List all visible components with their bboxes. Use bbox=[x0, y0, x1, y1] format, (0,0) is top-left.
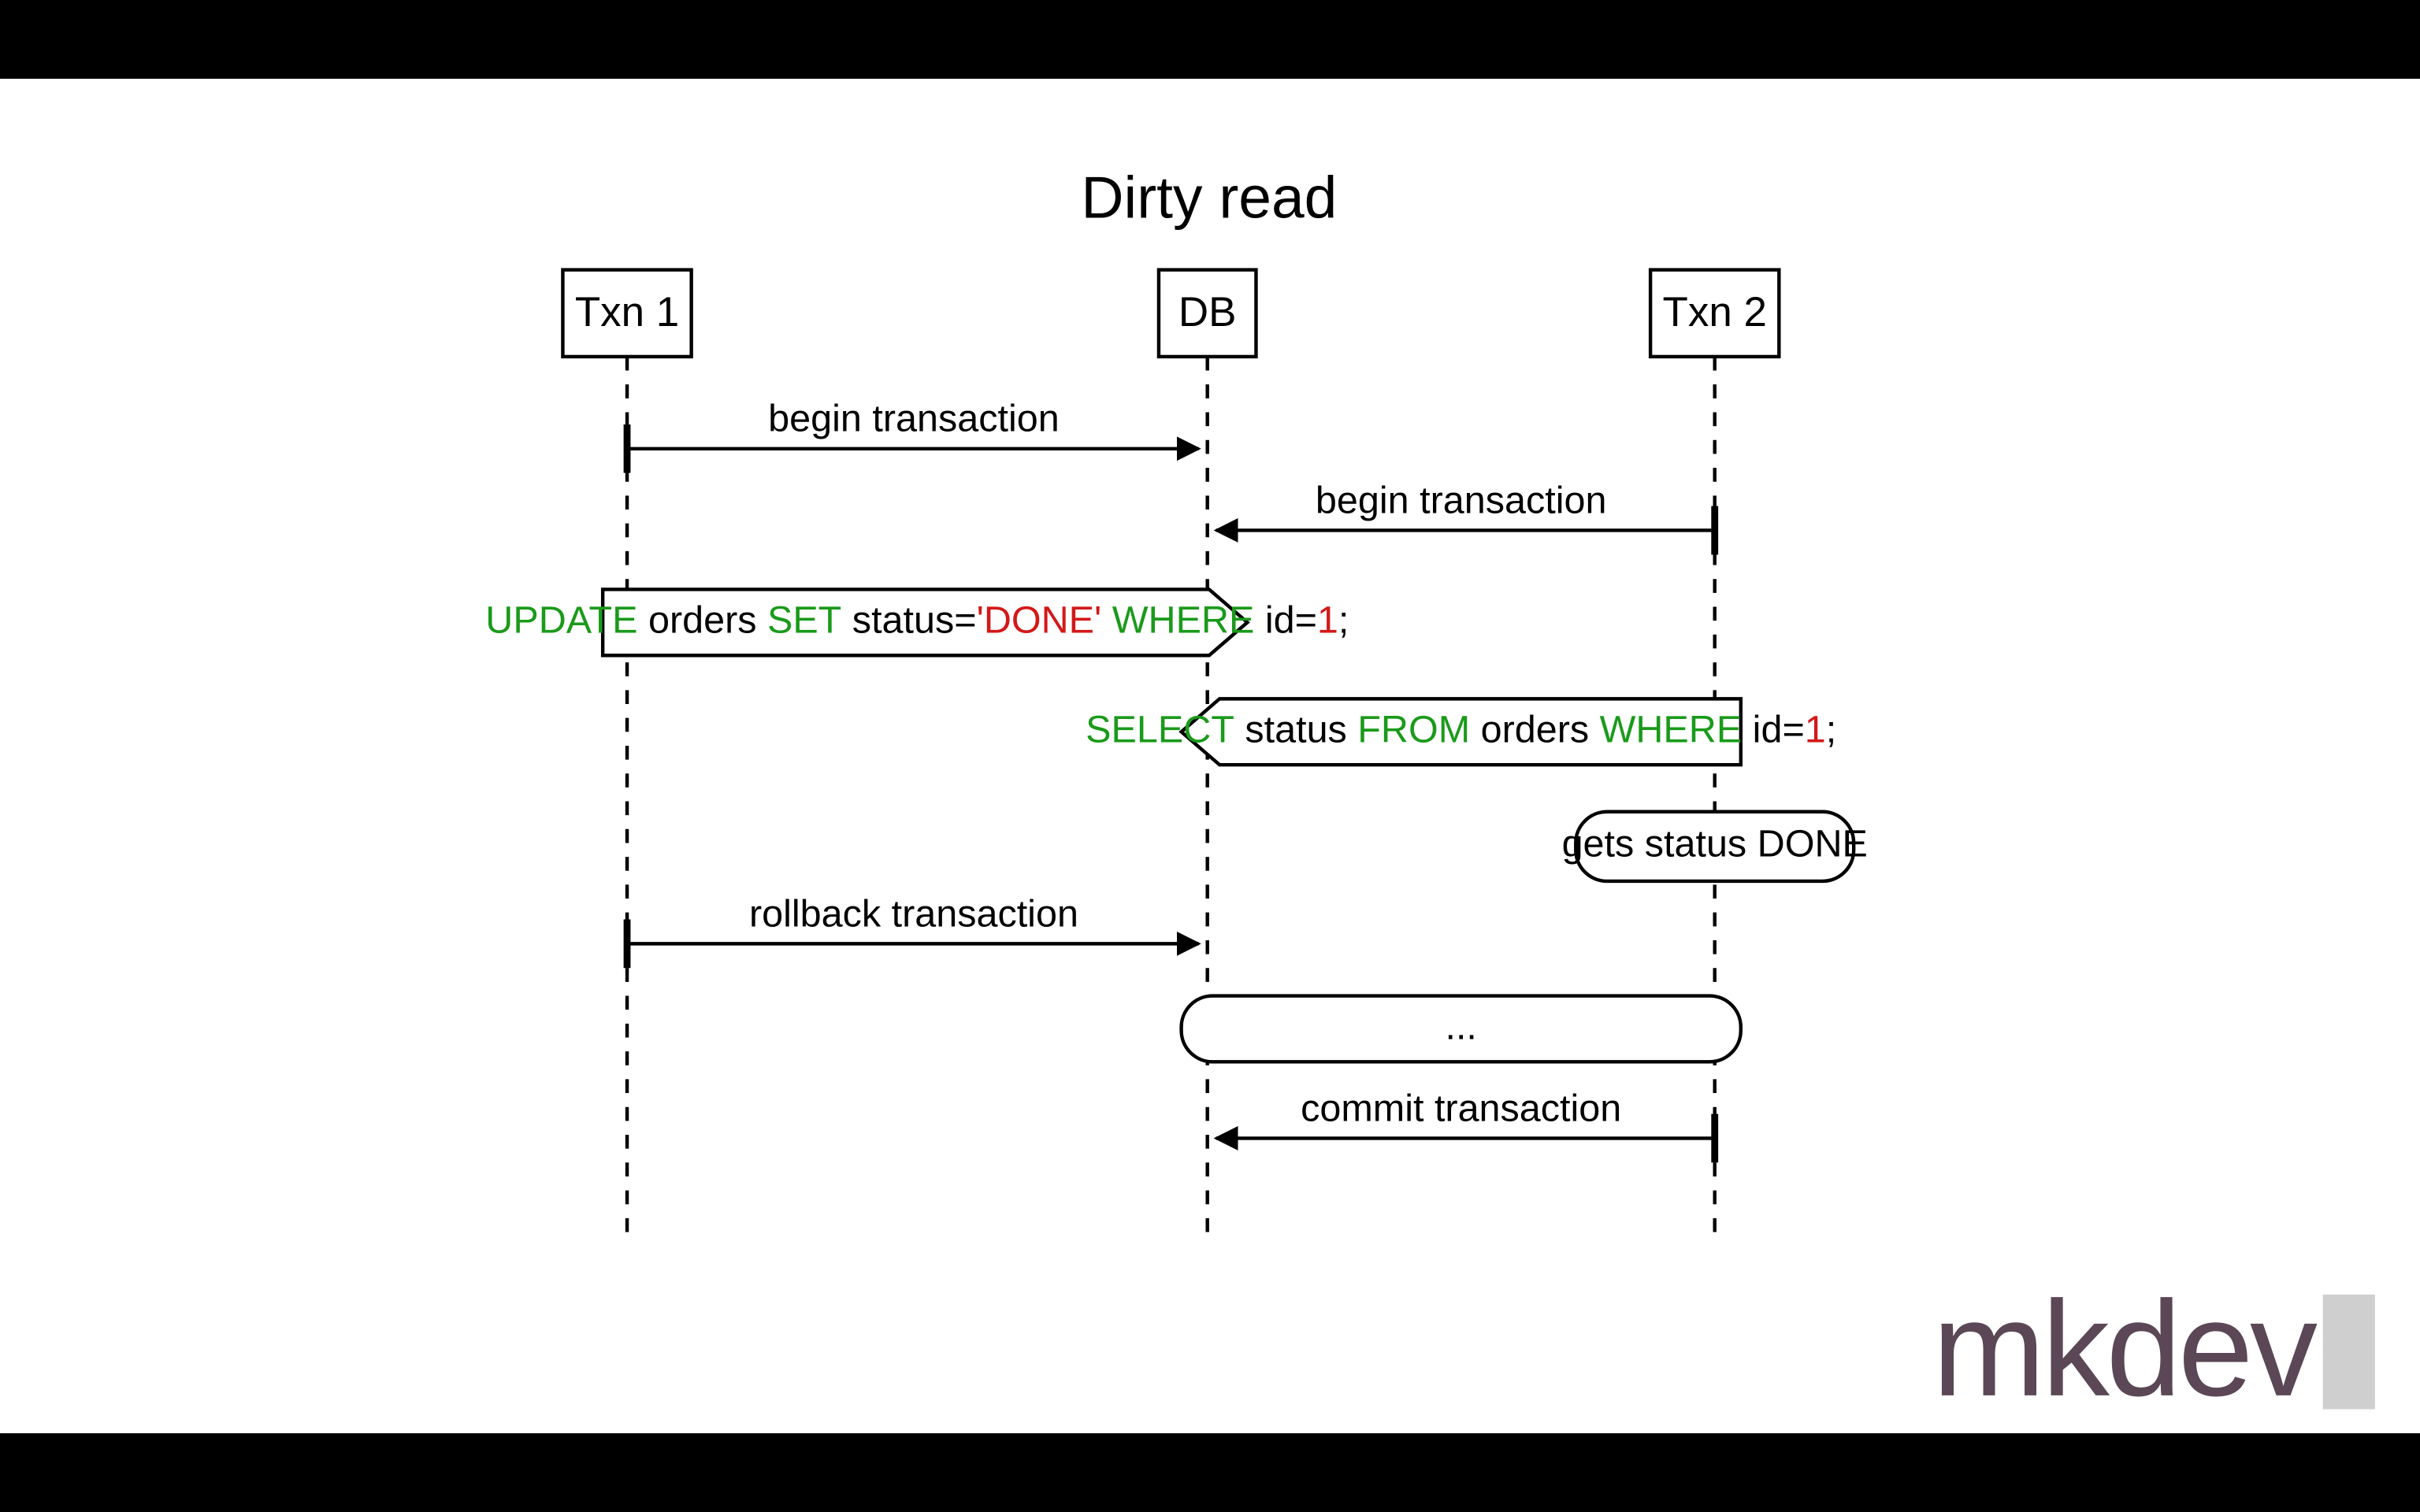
slide-content: Dirty read Txn 1 DB Txn 2 begin transact… bbox=[0, 79, 2420, 1433]
msg-label-begin1: begin transaction bbox=[768, 398, 1060, 440]
brand-block-icon bbox=[2323, 1295, 2375, 1410]
msg-label-commit: commit transaction bbox=[1301, 1087, 1621, 1129]
sql-text-update: UPDATE orders SET status='DONE' WHERE id… bbox=[485, 598, 1349, 641]
note-ellipsis-text: ... bbox=[1445, 1005, 1476, 1047]
participant-label-txn1: Txn 1 bbox=[575, 289, 679, 335]
participant-label-db: DB bbox=[1178, 289, 1237, 335]
sql-text-select: SELECT status FROM orders WHERE id=1; bbox=[1086, 708, 1836, 750]
sequence-diagram: Dirty read Txn 1 DB Txn 2 begin transact… bbox=[0, 79, 2420, 1433]
letterbox-bottom bbox=[0, 1433, 2420, 1512]
brand-text: mkdev bbox=[1932, 1273, 2318, 1425]
letterbox-top bbox=[0, 0, 2420, 79]
msg-label-rollback: rollback transaction bbox=[749, 892, 1078, 935]
note-result-text: gets status DONE bbox=[1562, 823, 1868, 865]
participant-label-txn2: Txn 2 bbox=[1663, 289, 1767, 335]
msg-label-begin2: begin transaction bbox=[1316, 479, 1607, 521]
diagram-title: Dirty read bbox=[1081, 164, 1337, 230]
